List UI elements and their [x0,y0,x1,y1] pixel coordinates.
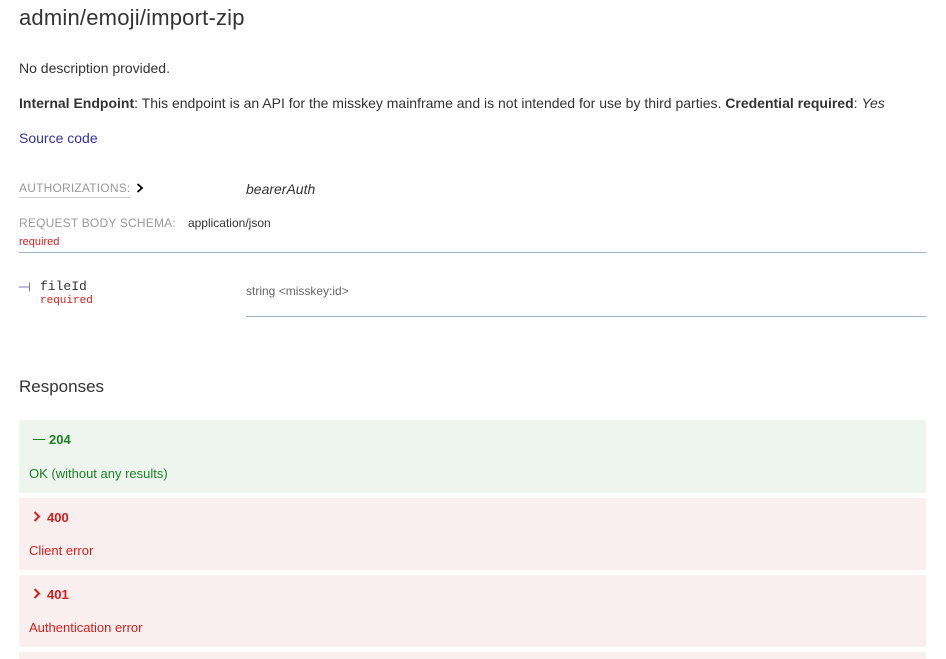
response-code: 401 [33,587,69,602]
chevron-right-icon [136,180,144,198]
response-code-value: 401 [47,587,69,602]
request-body-schema: REQUEST BODY SCHEMA: application/json [19,216,271,230]
response-description: Client error [29,543,94,558]
tree-branch-icon [19,281,31,295]
schema-required-badge: required [19,236,60,248]
internal-endpoint-label: Internal Endpoint [19,95,135,111]
chevron-right-icon [33,587,41,602]
divider [19,252,926,253]
credential-value: Yes [861,95,885,111]
internal-endpoint-note: Internal Endpoint: This endpoint is an A… [19,95,885,111]
authorizations-toggle[interactable]: AUTHORIZATIONS: [19,181,144,198]
endpoint-description: No description provided. [19,60,170,76]
response-description: Authentication error [29,620,143,635]
field-required-badge: required [40,295,93,307]
internal-endpoint-text: : This endpoint is an API for the misske… [134,95,726,111]
schema-label: REQUEST BODY SCHEMA: [19,216,176,230]
field-type: string <misskey:id> [246,284,349,298]
page-title: admin/emoji/import-zip [19,5,245,30]
response-next-partial[interactable] [19,652,926,659]
response-description: OK (without any results) [29,466,168,481]
schema-content-type: application/json [187,216,271,230]
response-401[interactable]: 401 Authentication error [19,575,926,647]
divider [246,316,926,317]
response-code: 400 [33,510,69,525]
field-type-format: <misskey:id> [278,284,349,298]
field-type-prefix: string [246,284,276,298]
chevron-right-icon [33,510,41,525]
authorizations-label: AUTHORIZATIONS: [19,181,131,198]
auth-scheme-value: bearerAuth [246,181,316,197]
response-400[interactable]: 400 Client error [19,498,926,570]
response-code-value: 204 [49,432,71,447]
response-code-value: 400 [47,510,69,525]
source-code-link[interactable]: Source code [19,130,98,146]
response-204[interactable]: 204 OK (without any results) [19,420,926,493]
response-code: 204 [33,432,71,447]
credential-label: Credential required [725,95,854,111]
responses-heading: Responses [19,377,105,396]
dash-icon [33,439,45,440]
field-name: fileId [40,279,87,294]
